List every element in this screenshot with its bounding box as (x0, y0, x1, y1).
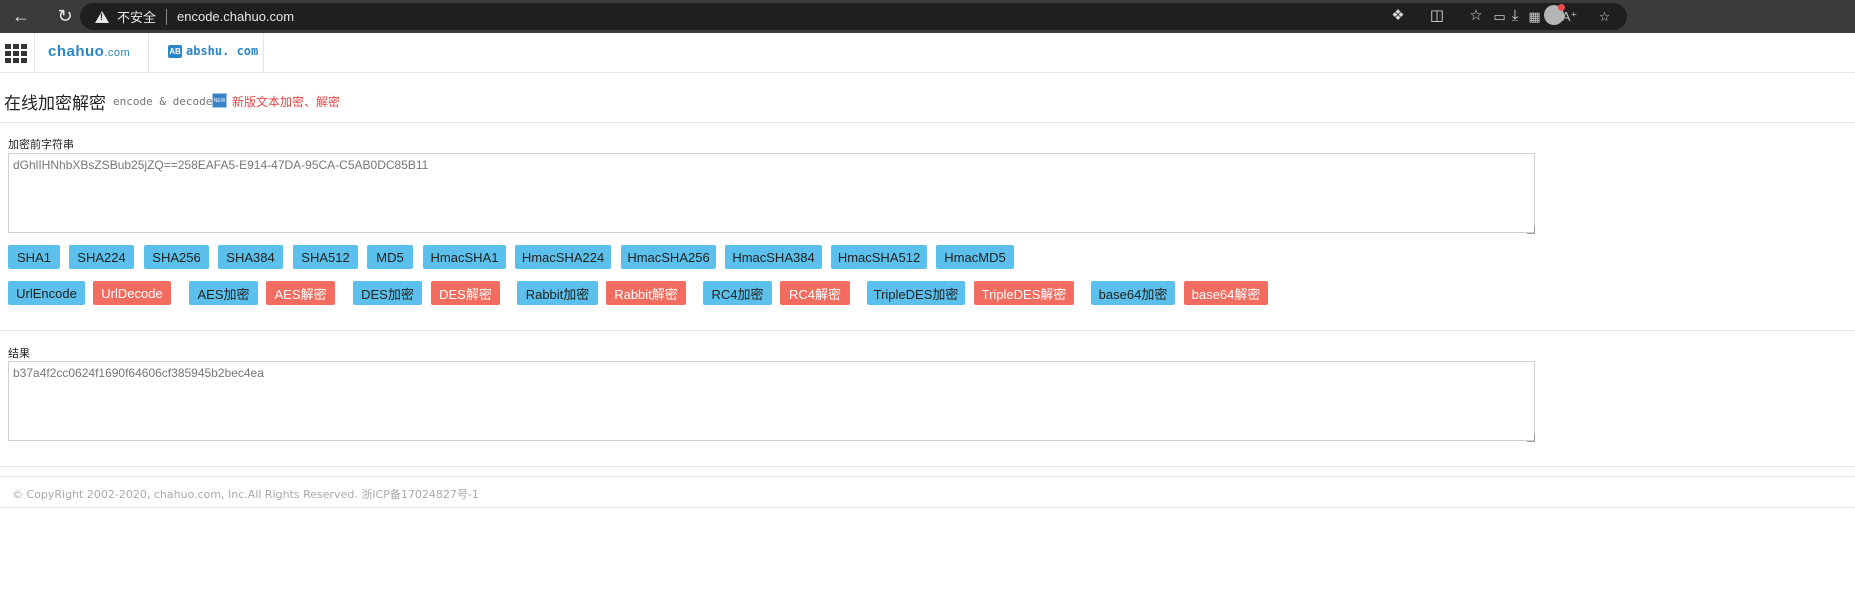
abshu-logo-link[interactable]: abshu. com (186, 44, 258, 58)
base64-encrypt-button[interactable]: base64加密 (1091, 281, 1175, 305)
resize-grip-icon[interactable] (1527, 434, 1535, 442)
apps-grid-icon[interactable] (5, 44, 27, 63)
browser-toolbar: ← ↻ 不安全 encode.chahuo.com ▭ ▦ A⁺ ☆ ❖ ◫ ☆… (0, 0, 1855, 33)
insecure-label[interactable]: 不安全 (117, 7, 156, 26)
hmacsha224-button[interactable]: HmacSHA224 (515, 245, 611, 269)
address-separator (166, 8, 168, 25)
rabbit-encrypt-button[interactable]: Rabbit加密 (517, 281, 598, 305)
favorites-icon[interactable]: ☆ (1466, 5, 1486, 25)
hmacsha512-button[interactable]: HmacSHA512 (831, 245, 927, 269)
section-divider (0, 466, 1855, 467)
base64-decrypt-button[interactable]: base64解密 (1184, 281, 1268, 305)
resize-grip-icon[interactable] (1527, 226, 1535, 234)
extensions-icon[interactable]: ❖ (1388, 5, 1408, 25)
hmacmd5-button[interactable]: HmacMD5 (936, 245, 1014, 269)
back-arrow-icon[interactable]: ← (10, 5, 32, 27)
sha224-button[interactable]: SHA224 (69, 245, 134, 269)
warning-icon (95, 10, 109, 23)
favorite-star-icon[interactable]: ☆ (1596, 8, 1613, 25)
new-version-link[interactable]: 新版文本加密、解密 (232, 93, 340, 110)
header-divider (148, 33, 149, 72)
rabbit-decrypt-button[interactable]: Rabbit解密 (606, 281, 686, 305)
site-header: chahuo.com AB abshu. com (0, 33, 1855, 73)
title-row: 在线加密解密 encode & decode NEW 新版文本加密、解密 (0, 73, 1855, 123)
aes-decrypt-button[interactable]: AES解密 (266, 281, 335, 305)
sha384-button[interactable]: SHA384 (218, 245, 283, 269)
reload-icon[interactable]: ↻ (54, 5, 76, 27)
chahuo-logo-link[interactable]: chahuo.com (48, 43, 130, 60)
page-subtitle: encode & decode (113, 95, 213, 108)
footer-divider (0, 507, 1855, 508)
urldecode-button[interactable]: UrlDecode (93, 281, 171, 305)
split-screen-icon[interactable]: ◫ (1427, 5, 1447, 25)
chahuo-logo-text: chahuo (48, 43, 105, 60)
chahuo-logo-suffix: .com (104, 47, 131, 59)
input-textarea[interactable]: dGhlIHNhbXBsZSBub25jZQ==258EAFA5-E914-47… (8, 153, 1535, 233)
hmacsha1-button[interactable]: HmacSHA1 (423, 245, 506, 269)
download-icon[interactable]: ⤓ (1505, 5, 1525, 25)
footer-divider (0, 476, 1855, 477)
hmacsha256-button[interactable]: HmacSHA256 (621, 245, 716, 269)
rc4-decrypt-button[interactable]: RC4解密 (780, 281, 850, 305)
sha1-button[interactable]: SHA1 (8, 245, 60, 269)
url-text[interactable]: encode.chahuo.com (177, 9, 294, 24)
des-decrypt-button[interactable]: DES解密 (431, 281, 500, 305)
des-encrypt-button[interactable]: DES加密 (353, 281, 422, 305)
footer-copyright: © CopyRight 2002-2020, chahuo.com, Inc.A… (12, 488, 479, 501)
urlencode-button[interactable]: UrlEncode (8, 281, 85, 305)
header-divider (34, 33, 35, 72)
new-badge-icon: NEW (212, 93, 227, 108)
section-divider (0, 330, 1855, 331)
result-textarea[interactable]: b37a4f2cc0624f1690f64606cf385945b2bec4ea (8, 361, 1535, 441)
tripledes-encrypt-button[interactable]: TripleDES加密 (867, 281, 965, 305)
page-title: 在线加密解密 (4, 94, 106, 114)
result-label: 结果 (8, 347, 30, 360)
md5-button[interactable]: MD5 (367, 245, 413, 269)
abshu-logo-icon: AB (168, 45, 182, 58)
profile-avatar-icon[interactable] (1544, 4, 1565, 25)
sha512-button[interactable]: SHA512 (293, 245, 358, 269)
header-divider (263, 33, 264, 72)
aes-encrypt-button[interactable]: AES加密 (189, 281, 258, 305)
input-label: 加密前字符串 (8, 138, 74, 151)
tripledes-decrypt-button[interactable]: TripleDES解密 (974, 281, 1074, 305)
hmacsha384-button[interactable]: HmacSHA384 (725, 245, 822, 269)
rc4-encrypt-button[interactable]: RC4加密 (703, 281, 772, 305)
sha256-button[interactable]: SHA256 (144, 245, 209, 269)
